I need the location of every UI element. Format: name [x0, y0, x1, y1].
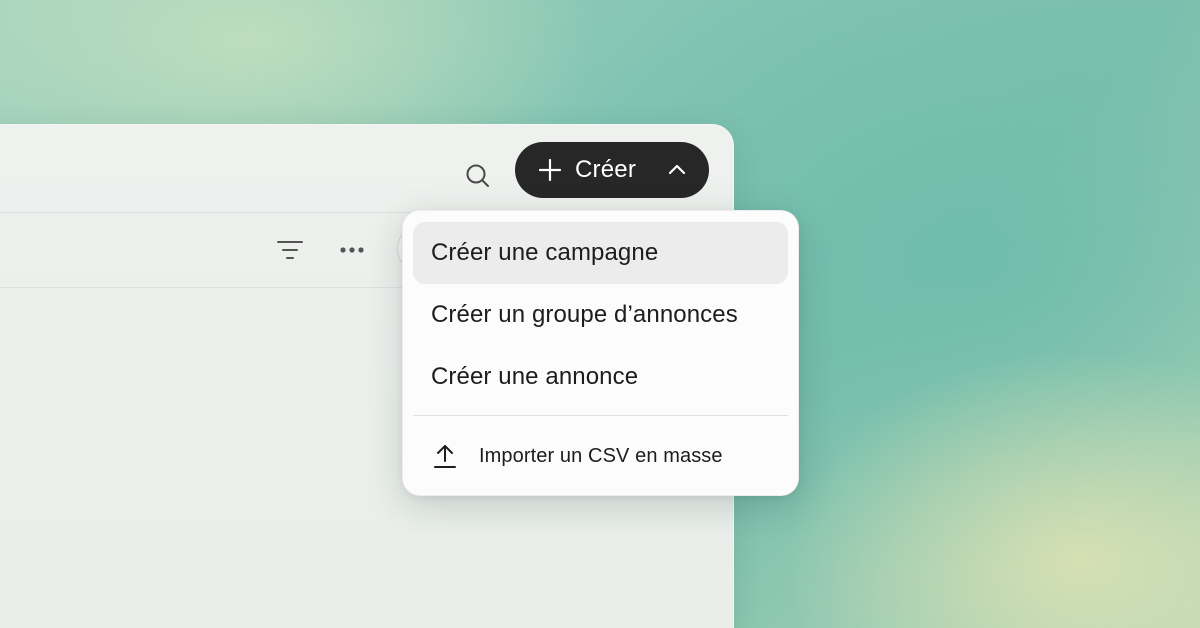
create-dropdown-menu: Créer une campagne Créer un groupe d’ann… — [402, 210, 799, 496]
filter-icon — [277, 241, 303, 259]
top-bar: Créer — [0, 125, 733, 213]
menu-item-create-campaign[interactable]: Créer une campagne — [413, 222, 788, 284]
more-options-button[interactable] — [331, 229, 373, 271]
menu-item-label: Créer une campagne — [431, 239, 659, 266]
menu-item-label: Importer un CSV en masse — [479, 444, 723, 467]
create-button[interactable]: Créer — [515, 142, 709, 198]
menu-item-import-csv[interactable]: Importer un CSV en masse — [413, 424, 788, 488]
search-icon — [466, 164, 489, 187]
menu-item-create-ad[interactable]: Créer une annonce — [413, 346, 788, 408]
menu-item-create-ad-group[interactable]: Créer un groupe d’annonces — [413, 284, 788, 346]
search-button[interactable] — [455, 153, 501, 199]
menu-item-label: Créer une annonce — [431, 363, 639, 390]
more-horizontal-icon — [340, 247, 364, 253]
create-button-label: Créer — [575, 156, 637, 183]
upload-icon — [434, 445, 456, 468]
plus-icon — [539, 159, 561, 181]
filter-button[interactable] — [269, 229, 311, 271]
menu-divider — [413, 415, 788, 416]
menu-item-label: Créer un groupe d’annonces — [431, 301, 738, 328]
chevron-up-icon — [668, 164, 686, 175]
